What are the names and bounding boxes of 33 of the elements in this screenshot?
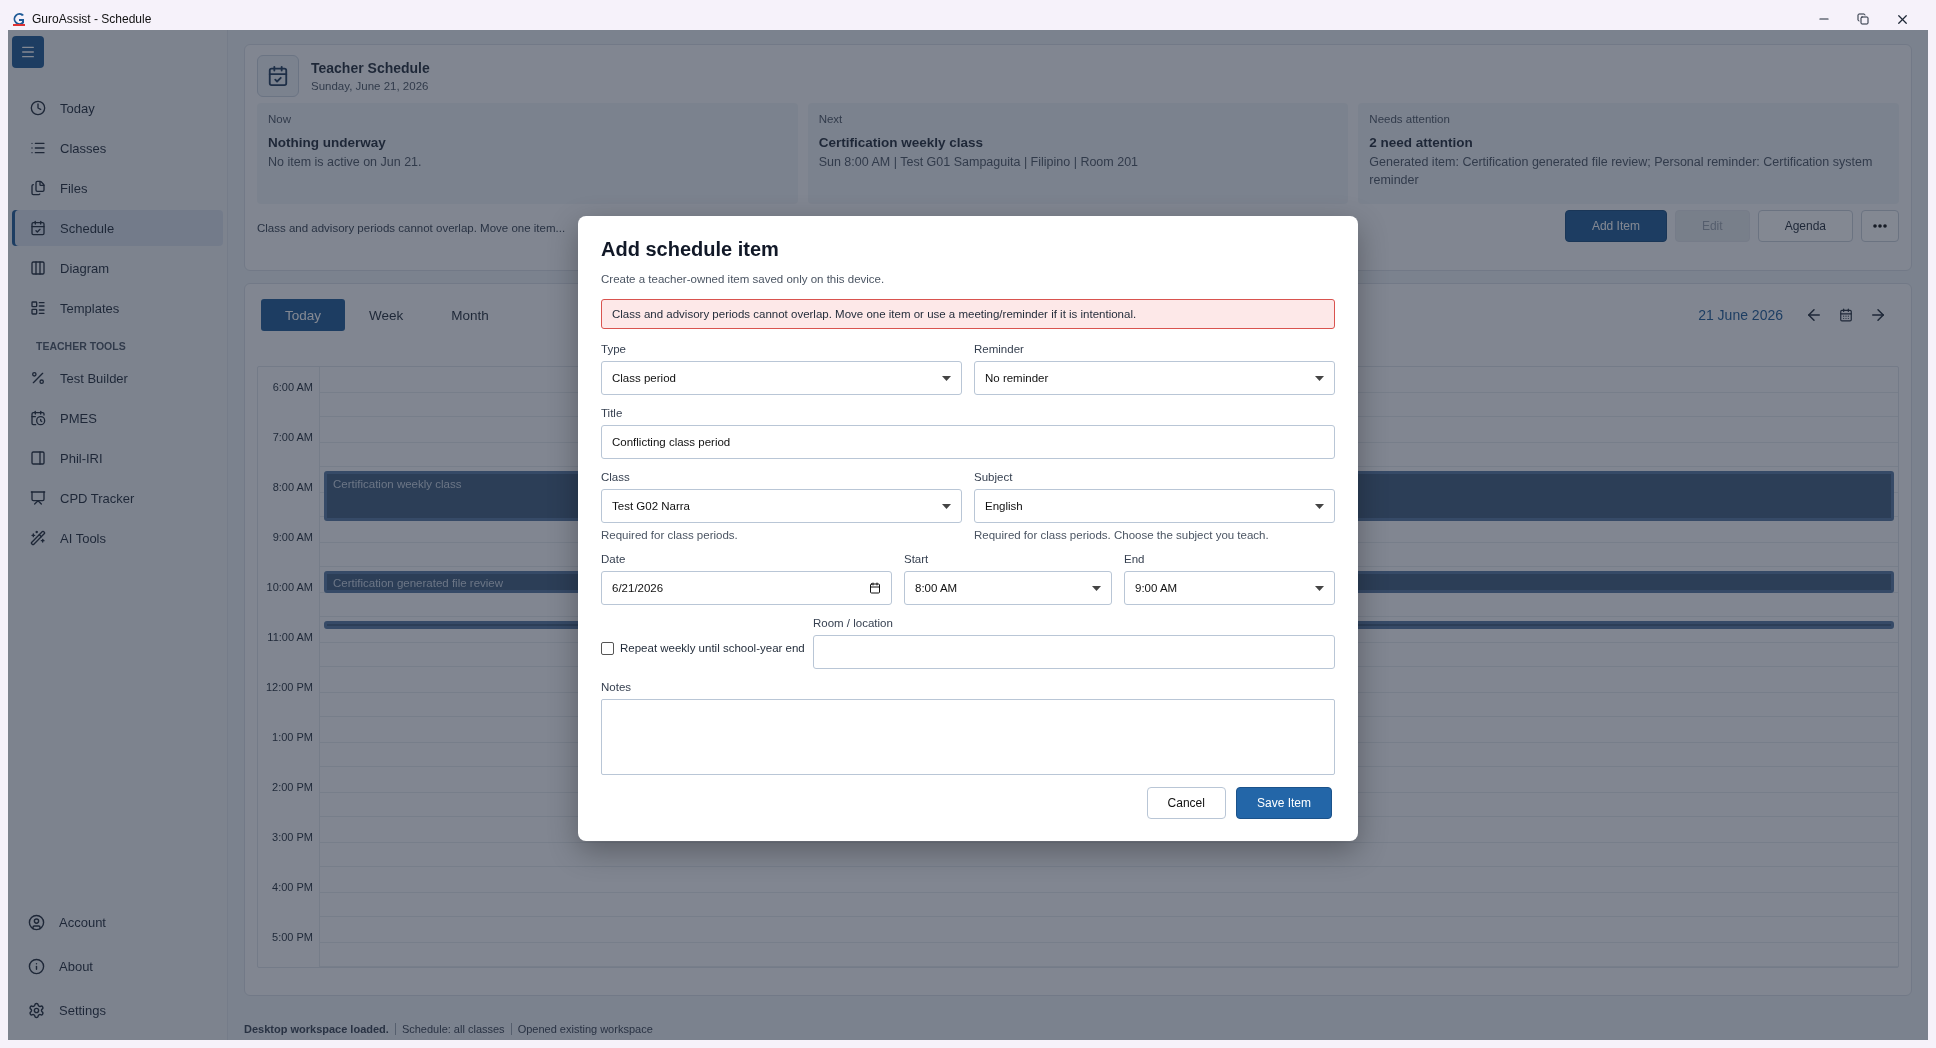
dialog-subtitle: Create a teacher-owned item saved only on this device. [601, 273, 886, 285]
dialog-title: Add schedule item [601, 238, 780, 261]
window-title: GuroAssist - Schedule [32, 12, 152, 26]
card-detail: Generated item: Certification generated file review; Personal reminder: Certification system reminder [1369, 154, 1874, 189]
field-label: End [1124, 553, 1146, 565]
field-label: Notes [601, 681, 633, 693]
field-label: Start [904, 553, 930, 565]
field-label: Date [601, 553, 627, 565]
page-title: Teacher Schedule [311, 60, 430, 76]
card-label: Next [818, 113, 844, 125]
field-hint: Required for class periods. [601, 529, 739, 541]
notice-text: Class and advisory periods cannot overlap. Move one item... [257, 222, 566, 234]
calendar-date: 21 June 2026 [1698, 307, 1783, 323]
page-date: Sunday, June 21, 2026 [311, 80, 430, 92]
field-label: Title [601, 407, 624, 419]
field-label: Class [601, 471, 631, 483]
card-heading: Nothing underway [268, 135, 387, 150]
error-alert: Class and advisory periods cannot overlap. Move one item or use a meeting/reminder if it is intentional. [601, 299, 1335, 329]
card-detail: Sun 8:00 AM | Test G01 Sampaguita | Filipino | Room 201 [818, 154, 1140, 171]
field-label: Subject [974, 471, 1014, 483]
field-hint: Required for class periods. Choose the subject you teach. [974, 529, 1270, 541]
card-heading: Certification weekly class [818, 135, 984, 150]
card-label: Needs attention [1369, 113, 1451, 125]
field-label: Room / location [813, 617, 894, 629]
card-detail: No item is active on Jun 21. [268, 154, 423, 171]
field-label: Type [601, 343, 627, 355]
status-text: Desktop workspace loaded. [244, 1023, 390, 1035]
card-label: Now [268, 113, 292, 125]
card-heading: 2 need attention [1369, 135, 1474, 150]
field-label: Reminder [974, 343, 1025, 355]
status-text: Schedule: all classes [394, 1023, 511, 1035]
section-label: TEACHER TOOLS [35, 339, 127, 354]
status-text: Opened existing workspace [510, 1023, 659, 1035]
